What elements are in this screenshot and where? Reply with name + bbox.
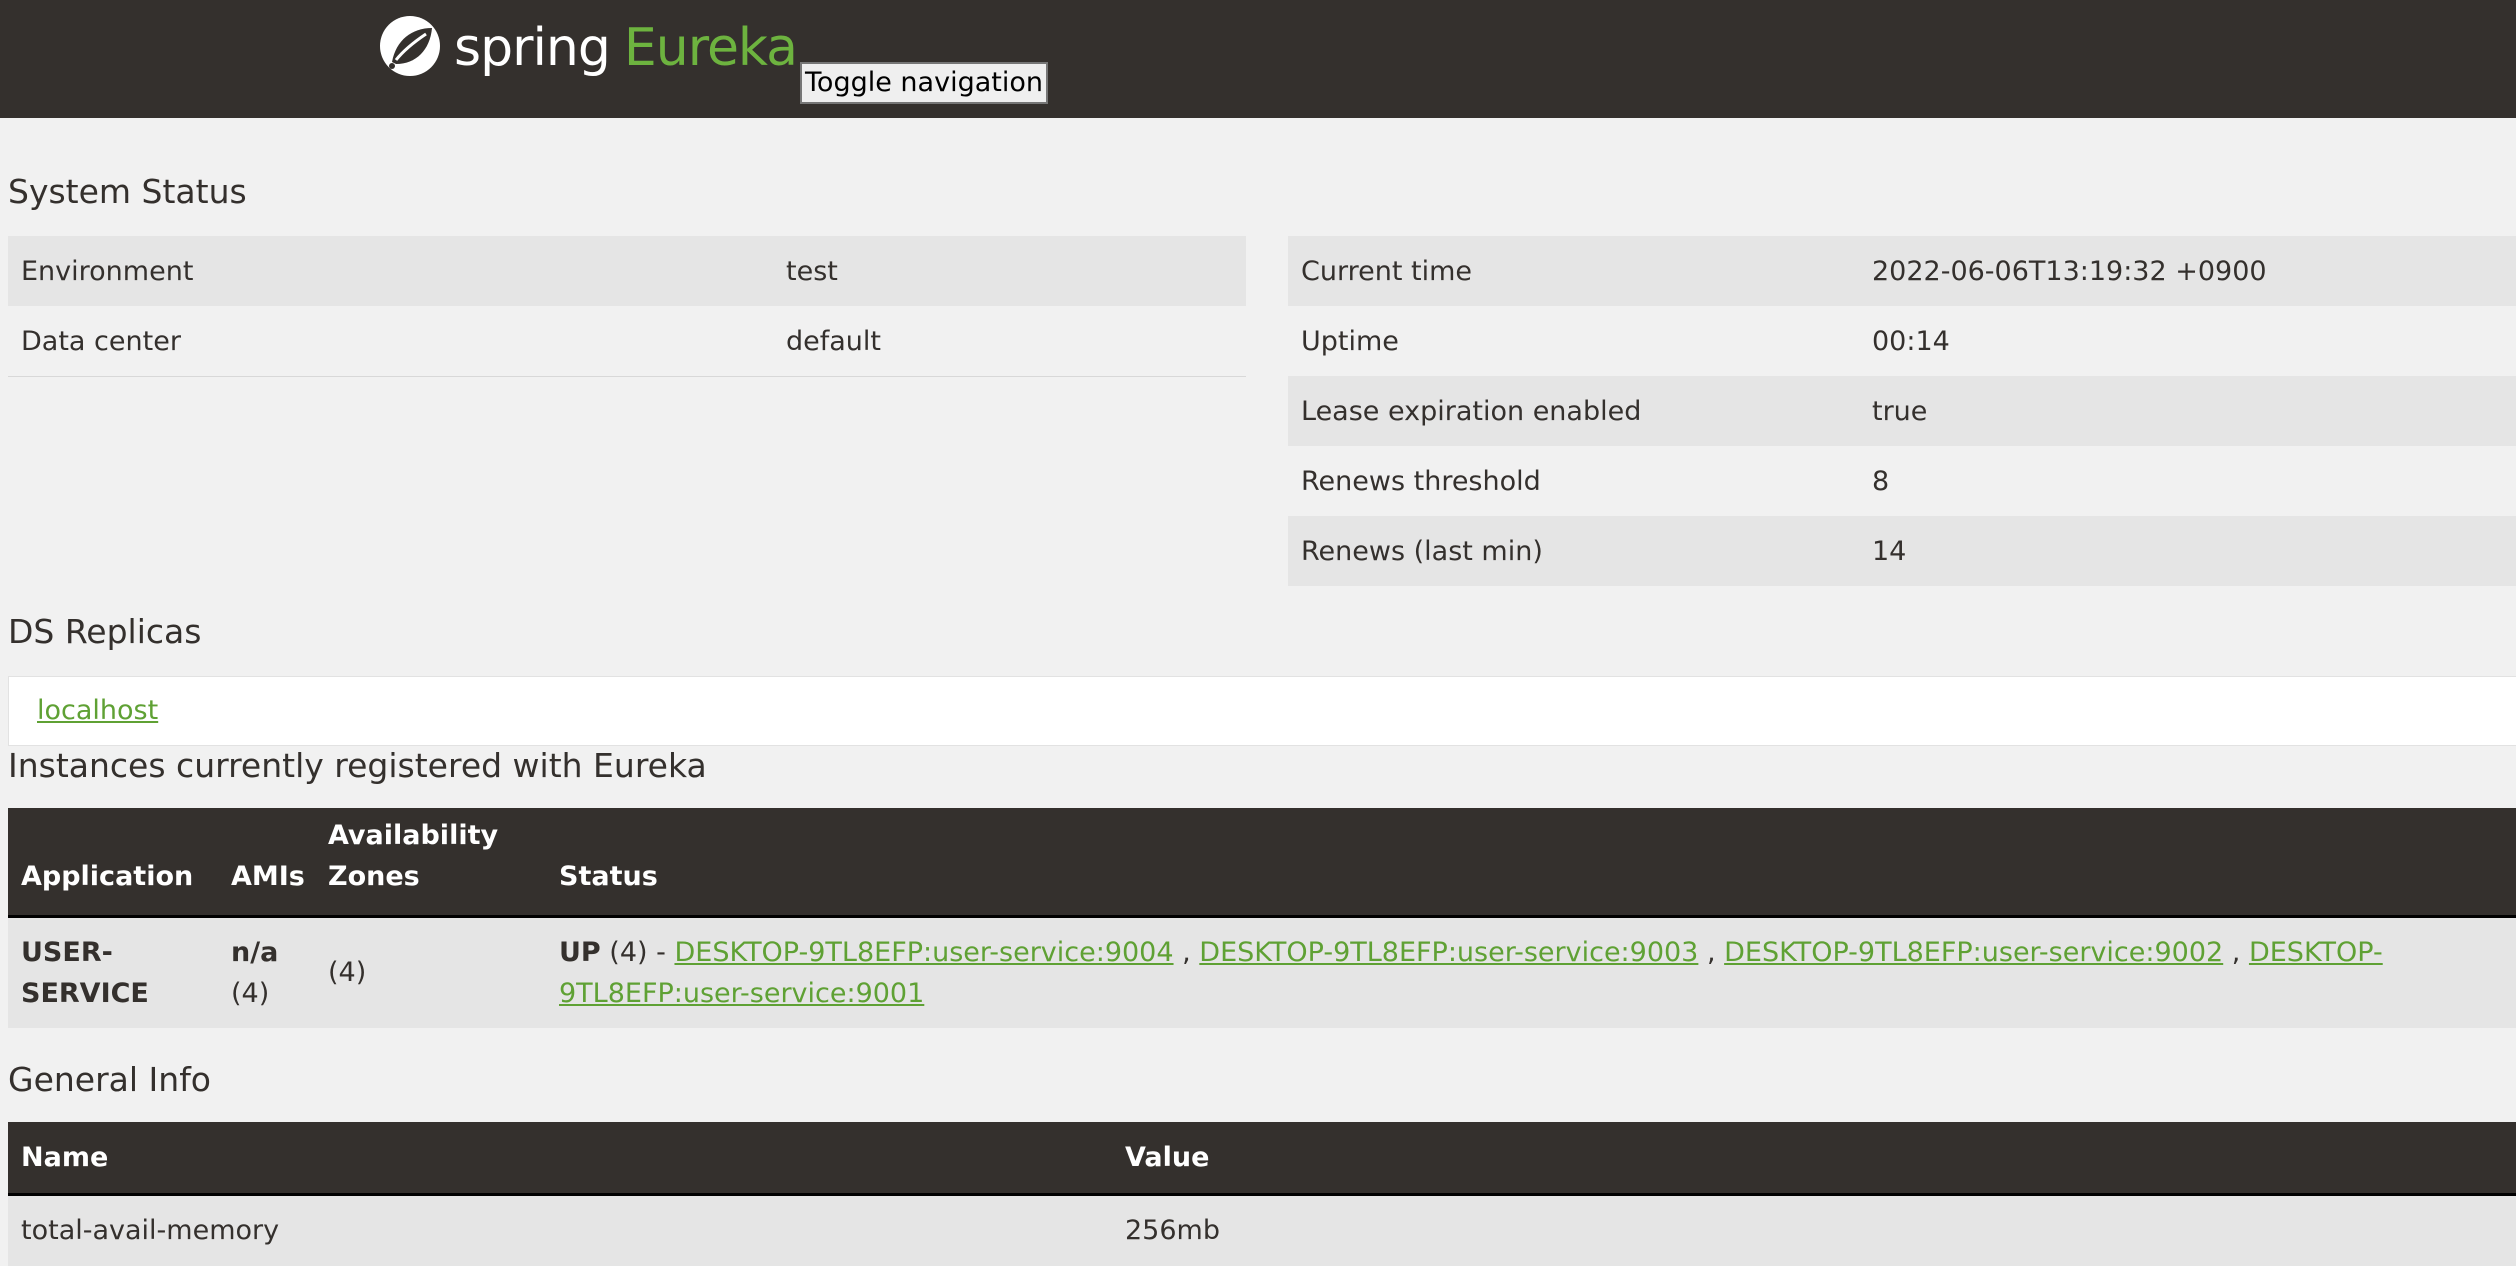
table-header-row: Name Value: [8, 1122, 2516, 1196]
replica-link-localhost[interactable]: localhost: [37, 695, 158, 726]
table-row: total-avail-memory 256mb: [8, 1194, 2516, 1266]
spring-leaf-icon: [378, 14, 442, 82]
zones-header-line2: Zones: [328, 860, 420, 892]
application-cell: USER- SERVICE: [8, 914, 218, 1028]
link-separator: ,: [2223, 936, 2249, 968]
renews-last-min-value: 14: [1859, 516, 2516, 586]
ds-replicas-title: DS Replicas: [8, 612, 202, 651]
link-separator: ,: [1173, 936, 1200, 968]
column-header-value: Value: [1112, 1122, 2516, 1196]
zones-header-line1: Availability: [328, 819, 499, 851]
renews-last-min-label: Renews (last min): [1288, 516, 1859, 586]
instance-link-9002[interactable]: DESKTOP-9TL8EFP:user-service:9002: [1724, 937, 2223, 968]
instance-link-9004[interactable]: DESKTOP-9TL8EFP:user-service:9004: [674, 937, 1173, 968]
link-separator: ,: [1698, 936, 1725, 968]
table-header-row: Application AMIs Availability Zones Statu…: [8, 808, 2516, 916]
brand-logo[interactable]: spring Eureka: [378, 14, 798, 82]
renews-threshold-label: Renews threshold: [1301, 465, 1541, 497]
system-status-left-table: Environment test Data center default: [8, 236, 1246, 377]
table-row: USER- SERVICE n/a (4) (4) UP (4) - DESKTOP…: [8, 914, 2516, 1028]
table-row: Renews (last min) 14: [1288, 516, 2516, 586]
info-name-cell: total-avail-memory: [8, 1194, 1112, 1266]
brand-product: Eureka: [623, 18, 798, 78]
lease-expiration-label: Lease expiration enabled: [1288, 376, 1859, 446]
column-header-availability-zones: Availability Zones: [315, 808, 546, 916]
table-row: Current time 2022-06-06T13:19:32 +0900: [1288, 236, 2516, 306]
system-status-title: System Status: [8, 172, 247, 211]
application-name-line2: SERVICE: [21, 977, 149, 1009]
ds-replicas-list: localhost: [8, 676, 2516, 746]
info-value-cell: 256mb: [1112, 1194, 2516, 1266]
table-row: Renews threshold 8: [1288, 446, 2516, 516]
application-name-line1: USER-: [21, 936, 113, 968]
general-info-table: Name Value total-avail-memory 256mb: [8, 1122, 2516, 1266]
instance-link-9003[interactable]: DESKTOP-9TL8EFP:user-service:9003: [1199, 937, 1698, 968]
current-time-value: 2022-06-06T13:19:32 +0900: [1859, 236, 2516, 306]
column-header-name: Name: [8, 1122, 1112, 1196]
column-header-status: Status: [546, 808, 2516, 916]
environment-label: Environment: [8, 236, 773, 306]
uptime-label: Uptime: [1301, 325, 1399, 357]
amis-value: n/a: [231, 936, 279, 968]
table-row: Environment test: [8, 236, 1246, 306]
table-row: Uptime 00:14: [1288, 306, 2516, 376]
data-center-value: default: [773, 306, 1246, 377]
brand-word: spring: [454, 18, 611, 78]
amis-count: (4): [231, 977, 270, 1009]
current-time-label: Current time: [1288, 236, 1859, 306]
renews-threshold-value: 8: [1872, 465, 1890, 497]
table-row: Data center default: [8, 306, 1246, 377]
amis-cell: n/a (4): [218, 914, 315, 1028]
general-info-title: General Info: [8, 1060, 211, 1099]
system-status-right-table: Current time 2022-06-06T13:19:32 +0900 U…: [1288, 236, 2516, 586]
status-count: (4) -: [600, 936, 675, 968]
environment-value: test: [773, 236, 1246, 306]
data-center-label: Data center: [8, 306, 773, 377]
column-header-amis: AMIs: [218, 808, 315, 916]
instances-table: Application AMIs Availability Zones Statu…: [8, 808, 2516, 1028]
status-state: UP: [559, 936, 601, 968]
toggle-navigation-button[interactable]: Toggle navigation: [800, 62, 1048, 104]
uptime-value: 00:14: [1872, 325, 1950, 357]
zones-cell: (4): [315, 914, 546, 1028]
instances-title: Instances currently registered with Eure…: [8, 746, 707, 785]
navbar: spring Eureka Toggle navigation: [0, 0, 2516, 118]
status-cell: UP (4) - DESKTOP-9TL8EFP:user-service:90…: [546, 914, 2516, 1028]
column-header-application: Application: [8, 808, 218, 916]
lease-expiration-value: true: [1859, 376, 2516, 446]
table-row: Lease expiration enabled true: [1288, 376, 2516, 446]
